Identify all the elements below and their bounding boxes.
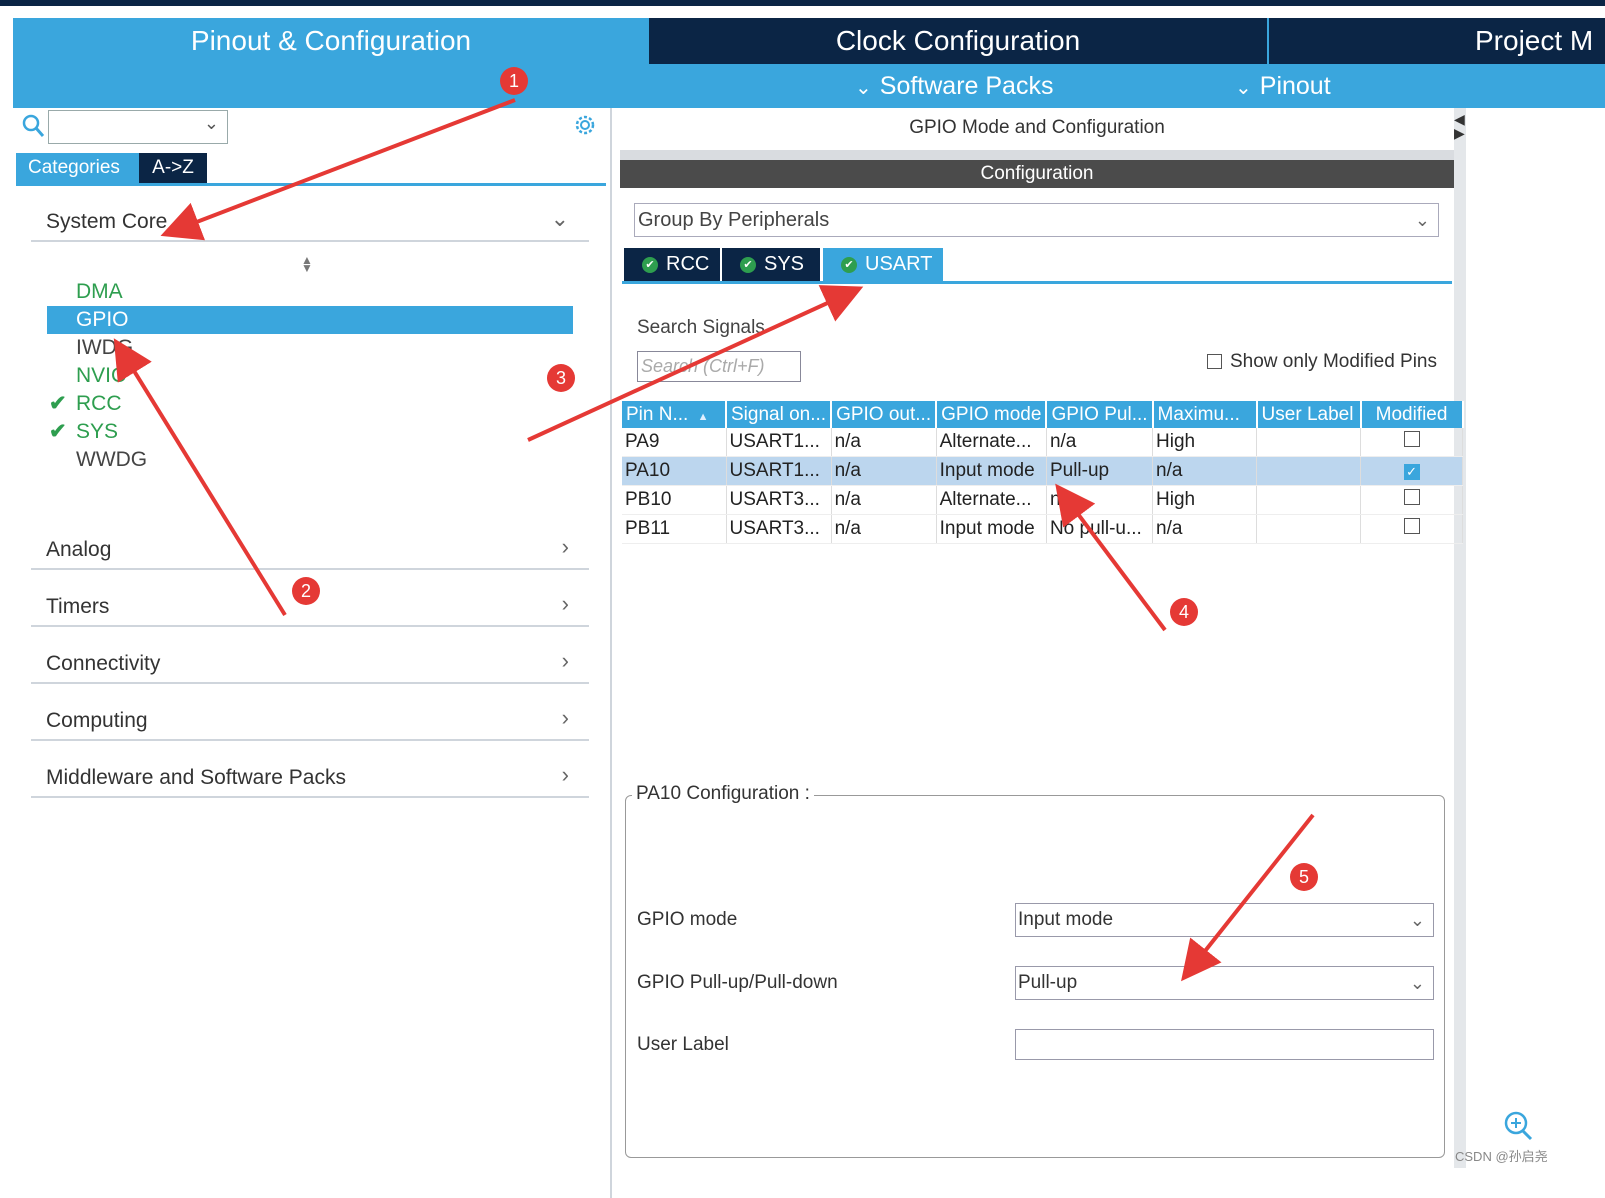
annotation-arrows	[113, 98, 1315, 982]
annotation-badge-1: 1	[500, 67, 528, 95]
annotation-badge-3: 3	[547, 364, 575, 392]
annotation-arrow-3	[527, 285, 864, 442]
annotation-badge-4: 4	[1170, 598, 1198, 626]
annotation-arrow-4	[1055, 483, 1167, 632]
annotation-badge-5: 5	[1290, 863, 1318, 891]
annotation-badge-2: 2	[292, 577, 320, 605]
annotation-arrow-2	[113, 338, 287, 617]
annotation-arrow-5	[1181, 813, 1315, 982]
annotation-arrow-1	[160, 98, 516, 241]
